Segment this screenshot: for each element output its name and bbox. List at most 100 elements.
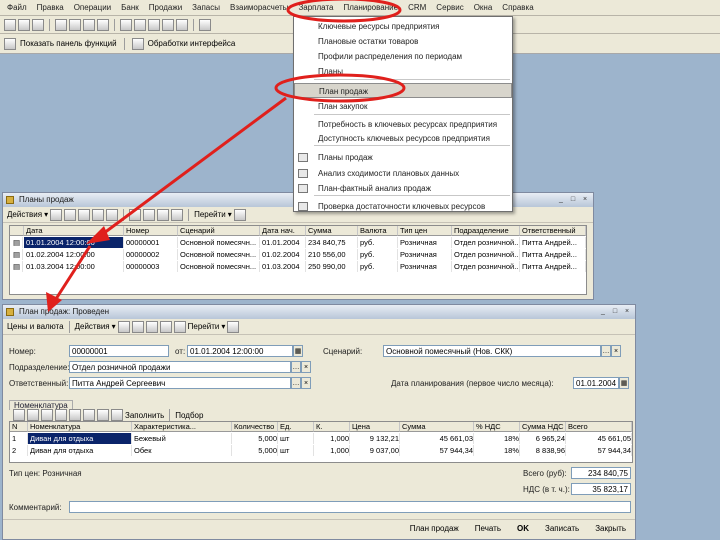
menu-settlements[interactable]: Взаиморасчеты	[225, 3, 293, 12]
maximize-icon[interactable]: □	[610, 307, 620, 316]
calendar-icon[interactable]: ▦	[619, 377, 629, 389]
prices-currency-button[interactable]: Цены и валюта	[7, 322, 64, 331]
delete-row-icon[interactable]	[92, 208, 105, 221]
menu-item[interactable]: План закупок	[294, 99, 512, 114]
edit-row-icon[interactable]	[41, 409, 53, 421]
table-cell[interactable]: Розничная	[398, 261, 452, 272]
table-cell[interactable]: шт	[278, 433, 314, 444]
column-header[interactable]: Цена	[350, 422, 400, 432]
number-field[interactable]: 00000001	[69, 345, 169, 357]
find-icon[interactable]	[134, 18, 146, 31]
calculator-icon[interactable]	[162, 18, 174, 31]
responsible-field[interactable]: Питта Андрей Сергеевич	[69, 377, 291, 389]
column-header[interactable]: Всего	[566, 422, 632, 432]
paste-icon[interactable]	[83, 18, 95, 31]
movements-icon[interactable]	[159, 320, 172, 333]
table-cell[interactable]: Основной помесячн...	[178, 261, 260, 272]
column-header[interactable]: % НДС	[474, 422, 520, 432]
table-cell[interactable]: Диван для отдыха	[28, 445, 132, 456]
pick-button[interactable]: Подбор	[175, 411, 203, 420]
menu-operations[interactable]: Операции	[69, 3, 116, 12]
delete-icon[interactable]	[97, 18, 109, 31]
menu-crm[interactable]: CRM	[403, 3, 431, 12]
column-header[interactable]: К.	[314, 422, 350, 432]
table-cell[interactable]: Отдел розничной...	[452, 261, 520, 272]
column-header[interactable]: Характеристика...	[132, 422, 232, 432]
sort-desc-icon[interactable]	[111, 409, 123, 421]
column-header[interactable]: Сумма	[306, 226, 358, 236]
goto-menu[interactable]: Перейти	[188, 322, 220, 331]
table-cell[interactable]: Розничная	[398, 237, 452, 248]
goto-menu[interactable]: Перейти	[194, 210, 226, 219]
table-cell[interactable]: 250 990,00	[306, 261, 358, 272]
show-functions-panel-button[interactable]: Показать панель функций	[20, 39, 117, 48]
table-cell[interactable]: 00000001	[124, 237, 178, 248]
column-header[interactable]: Количество	[232, 422, 278, 432]
table-cell[interactable]: 01.03.2004	[260, 261, 306, 272]
cut-icon[interactable]	[55, 18, 67, 31]
menu-item[interactable]: Профили распределения по периодам	[294, 49, 512, 64]
post-icon[interactable]	[106, 208, 119, 221]
comment-field[interactable]	[69, 501, 631, 513]
column-header[interactable]: Сумма	[400, 422, 474, 432]
menu-item[interactable]: Плановые остатки товаров	[294, 34, 512, 49]
copy-row-icon[interactable]	[27, 409, 39, 421]
table-cell[interactable]: руб.	[358, 237, 398, 248]
table-cell[interactable]: 8 838,96	[520, 445, 566, 456]
clear-icon[interactable]: ×	[611, 345, 621, 357]
help-icon[interactable]	[233, 208, 246, 221]
minimize-icon[interactable]: _	[598, 307, 608, 316]
actions-menu[interactable]: Действия	[7, 210, 42, 219]
menu-item[interactable]: Потребность в ключевых ресурсах предприя…	[294, 117, 512, 132]
save-button[interactable]: Записать	[542, 523, 582, 534]
menu-item[interactable]: Ключевые ресурсы предприятия	[294, 19, 512, 34]
copy-row-icon[interactable]	[64, 208, 77, 221]
calendar-icon[interactable]	[176, 18, 188, 31]
column-header[interactable]: Номер	[124, 226, 178, 236]
menu-help[interactable]: Справка	[497, 3, 538, 12]
date-field[interactable]: 01.01.2004 12:00:00	[187, 345, 293, 357]
menu-planning[interactable]: Планирование	[338, 3, 403, 12]
table-cell[interactable]: 234 840,75	[306, 237, 358, 248]
print-button[interactable]: Печать	[472, 523, 504, 534]
interface-processing-button[interactable]: Обработки интерфейса	[148, 39, 236, 48]
new-icon[interactable]	[4, 18, 16, 31]
column-header[interactable]: Номенклатура	[28, 422, 132, 432]
menu-stock[interactable]: Запасы	[187, 3, 225, 12]
table-cell[interactable]: Основной помесячн...	[178, 249, 260, 260]
clear-icon[interactable]: ×	[301, 377, 311, 389]
ok-button[interactable]: OK	[514, 523, 532, 534]
menu-service[interactable]: Сервис	[431, 3, 468, 12]
sales-plan-print-button[interactable]: План продаж	[407, 523, 462, 534]
edit-icon[interactable]	[78, 208, 91, 221]
table-cell[interactable]: Розничная	[398, 249, 452, 260]
menu-item[interactable]: Планы	[294, 64, 512, 79]
menu-item[interactable]: План-фактный анализ продаж	[294, 181, 512, 196]
column-header[interactable]: Ответственный	[520, 226, 586, 236]
table-cell[interactable]: руб.	[358, 249, 398, 260]
close-icon[interactable]: ×	[622, 307, 632, 316]
table-cell[interactable]: 01.01.2004	[260, 237, 306, 248]
period-start-field[interactable]: 01.01.2004	[573, 377, 619, 389]
menu-file[interactable]: Файл	[2, 3, 32, 12]
lock-icon[interactable]	[173, 320, 186, 333]
undo-icon[interactable]	[120, 18, 132, 31]
table-cell[interactable]: Питта Андрей...	[520, 249, 586, 260]
table-cell[interactable]: Питта Андрей...	[520, 261, 586, 272]
table-cell[interactable]: 9 037,00	[350, 445, 400, 456]
menu-item[interactable]: Планы продаж	[294, 150, 512, 165]
table-cell[interactable]: 01.01.2004 12:00:00	[24, 237, 124, 248]
filter-off-icon[interactable]	[143, 208, 156, 221]
move-down-icon[interactable]	[83, 409, 95, 421]
table-cell[interactable]: 18%	[474, 445, 520, 456]
delete-row-icon[interactable]	[55, 409, 67, 421]
filter-icon[interactable]	[129, 208, 142, 221]
open-icon[interactable]	[18, 18, 30, 31]
calendar-icon[interactable]: ▦	[293, 345, 303, 357]
actions-menu[interactable]: Действия	[75, 322, 110, 331]
sort-icon[interactable]	[157, 208, 170, 221]
table-cell[interactable]: 45 661,05	[566, 433, 632, 444]
table-cell[interactable]: Отдел розничной...	[452, 249, 520, 260]
select-icon[interactable]: …	[291, 361, 301, 373]
table-cell[interactable]: руб.	[358, 261, 398, 272]
